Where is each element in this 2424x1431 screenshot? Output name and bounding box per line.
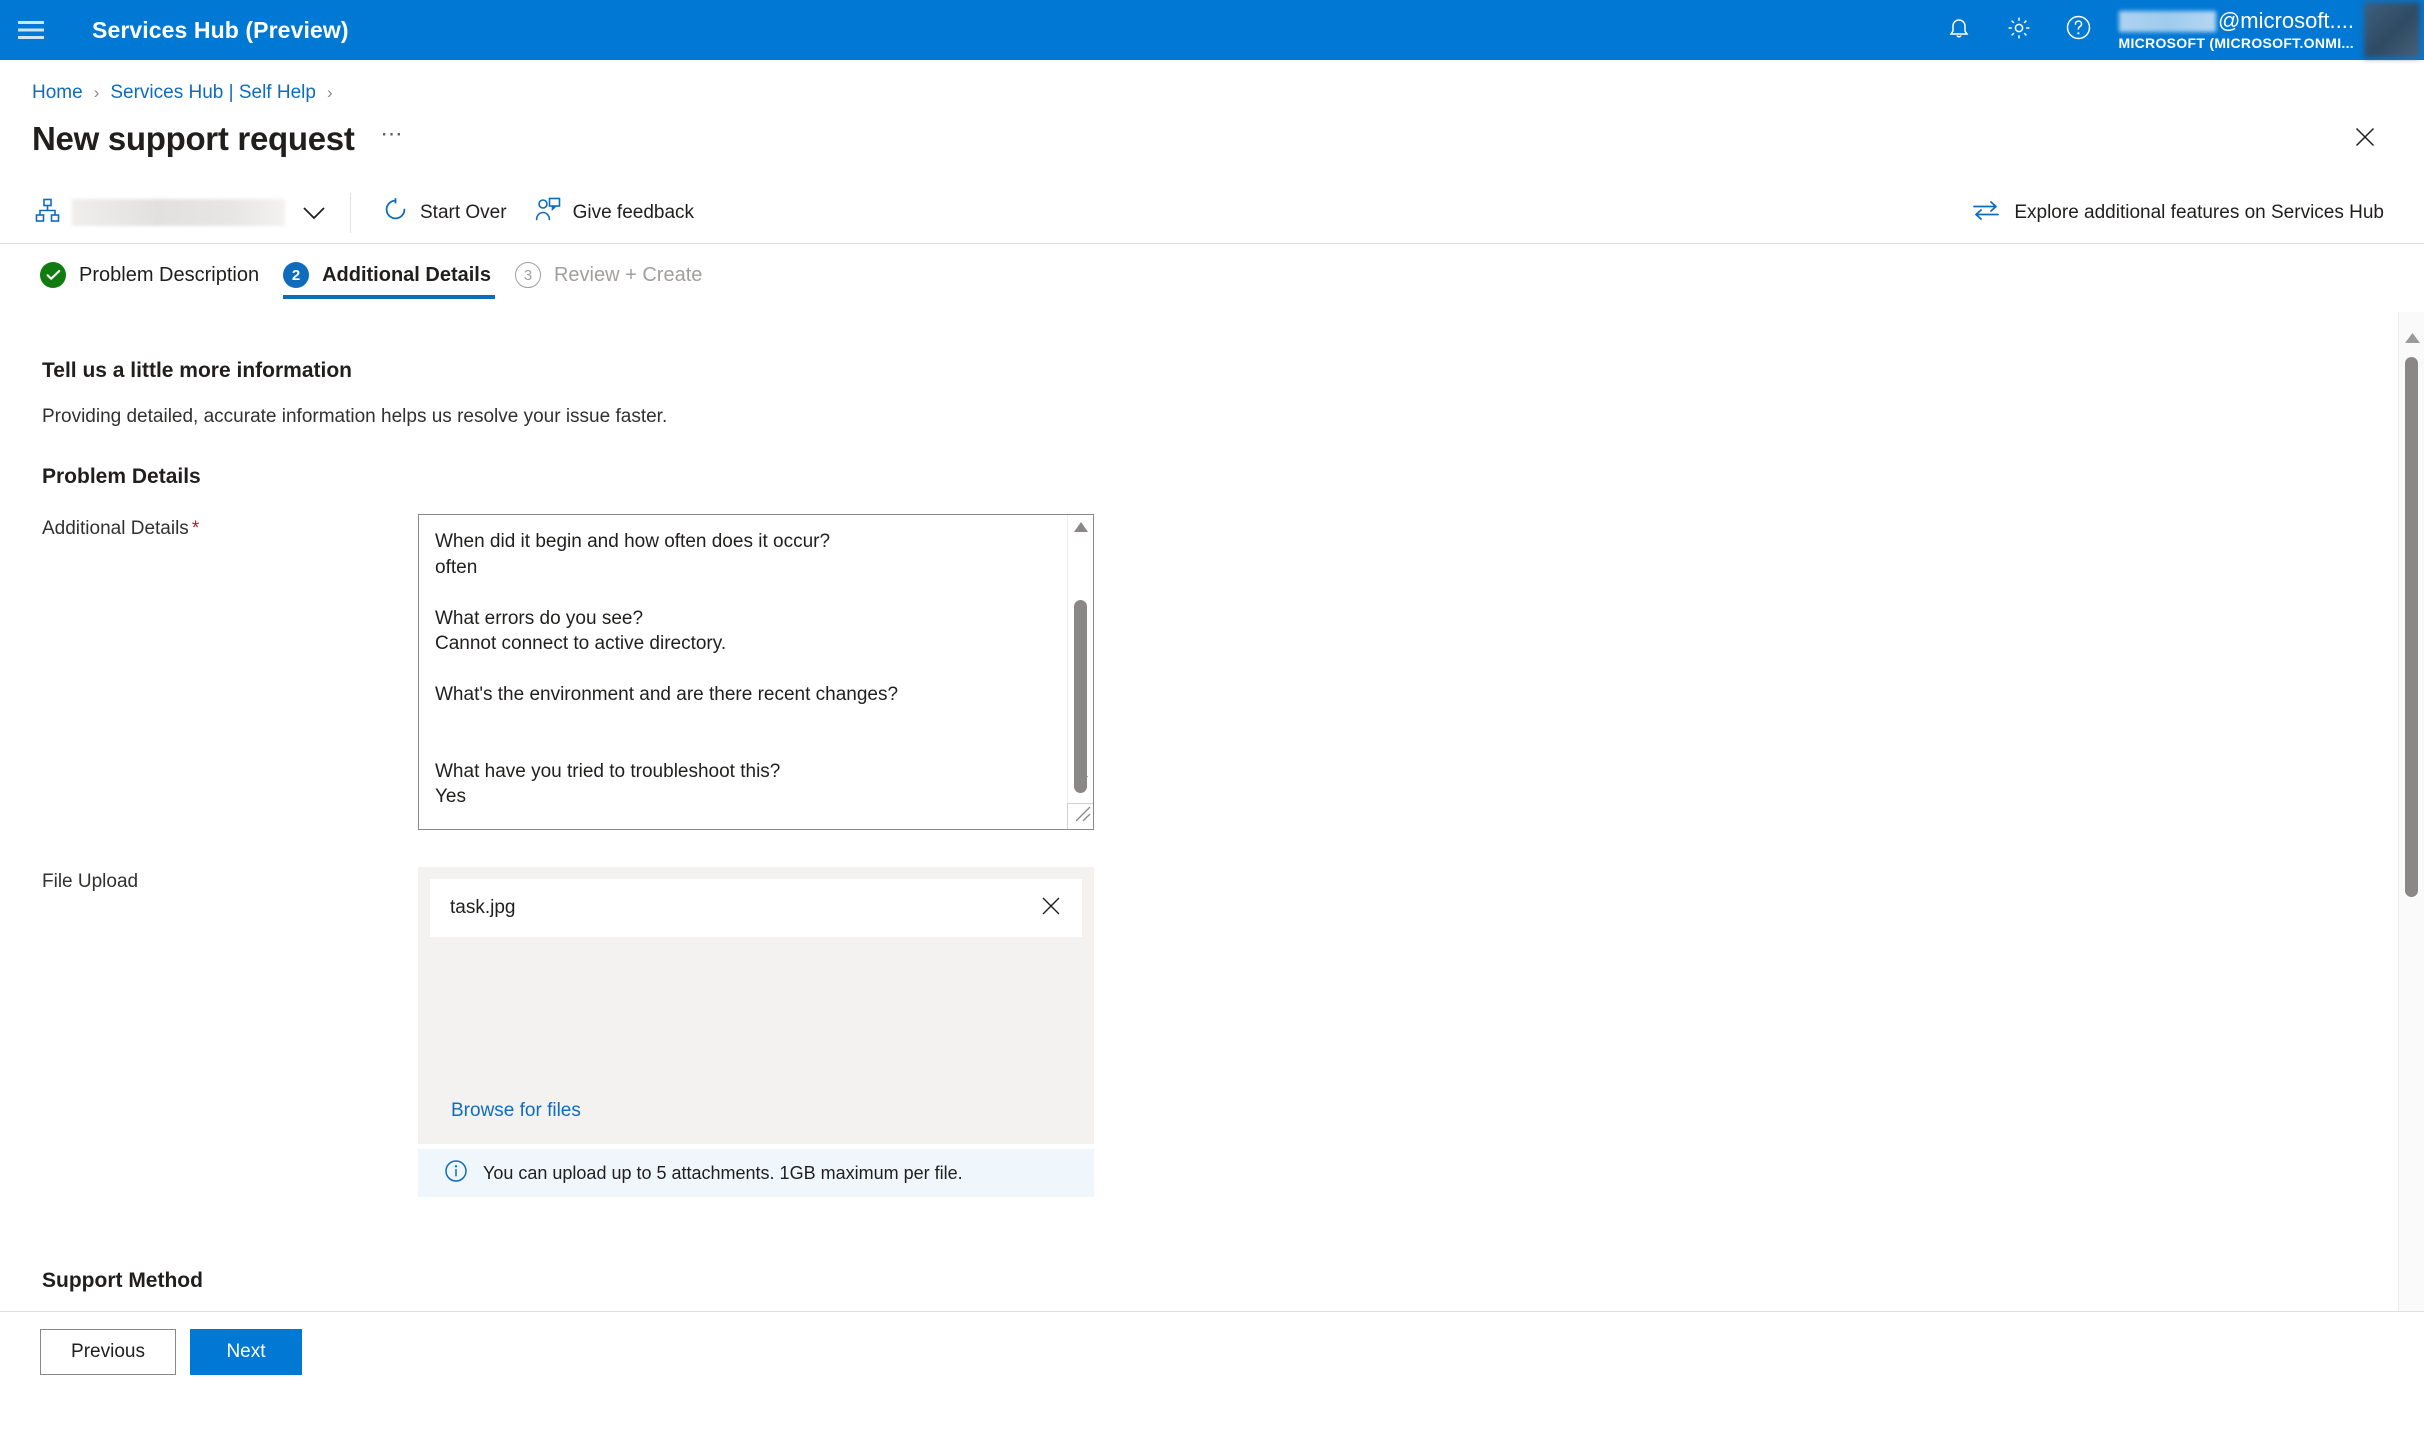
account-text: @microsoft.... MICROSOFT (MICROSOFT.ONMI… — [2119, 0, 2365, 60]
start-over-label: Start Over — [420, 201, 507, 223]
breadcrumb-separator: › — [93, 83, 100, 102]
gear-icon — [2006, 15, 2032, 46]
triangle-down-icon — [1074, 773, 1088, 791]
breadcrumb: Home › Services Hub | Self Help › — [0, 73, 2424, 113]
textarea-scroll-down-button[interactable] — [1068, 769, 1093, 795]
file-upload-label: File Upload — [42, 871, 139, 892]
account-email: @microsoft.... — [2118, 8, 2354, 34]
page-scrollbar[interactable] — [2398, 312, 2424, 1392]
file-upload-container: task.jpg Browse for files You can upload… — [418, 867, 1094, 1197]
command-bar-divider — [350, 192, 351, 233]
breadcrumb-item-self-help[interactable]: Services Hub | Self Help — [110, 82, 316, 104]
app-title: Services Hub (Preview) — [92, 16, 349, 43]
give-feedback-button[interactable]: Give feedback — [521, 191, 708, 235]
textarea-scrollbar[interactable] — [1067, 515, 1093, 829]
browse-for-files-link[interactable]: Browse for files — [451, 1100, 581, 1122]
org-hierarchy-icon — [34, 197, 61, 229]
redacted-scope-value — [72, 199, 285, 226]
uploaded-file-name: task.jpg — [450, 897, 516, 918]
form-content: Tell us a little more information Provid… — [0, 359, 2424, 1392]
wizard-step-label: Review + Create — [553, 263, 703, 286]
page-scroll-up-button[interactable] — [2399, 330, 2424, 348]
intro-text: Providing detailed, accurate information… — [42, 406, 668, 427]
wizard-steps: Problem Description 2 Additional Details… — [0, 262, 2424, 312]
upload-info-text: You can upload up to 5 attachments. 1GB … — [483, 1162, 963, 1183]
textarea-scroll-up-button[interactable] — [1068, 515, 1093, 541]
start-over-button[interactable]: Start Over — [369, 191, 521, 235]
file-drop-zone[interactable]: task.jpg Browse for files — [418, 867, 1094, 1144]
refresh-icon — [383, 197, 408, 228]
wizard-step-additional-details[interactable]: 2 Additional Details — [271, 262, 503, 299]
next-button[interactable]: Next — [190, 1329, 302, 1375]
support-method-heading: Support Method — [42, 1269, 203, 1292]
chevron-down-icon — [302, 206, 326, 220]
required-marker: * — [191, 518, 200, 539]
upload-info-bar: You can upload up to 5 attachments. 1GB … — [418, 1149, 1094, 1197]
give-feedback-label: Give feedback — [572, 201, 695, 223]
form-scroll-area: Tell us a little more information Provid… — [0, 312, 2424, 1392]
page-title: New support request — [32, 120, 355, 157]
uploaded-file-row: task.jpg — [430, 879, 1082, 937]
close-button[interactable] — [2348, 122, 2382, 156]
account-tenant: MICROSOFT (MICROSOFT.ONMI... — [2118, 35, 2354, 51]
command-bar: Start Over Give feedback Explore additio… — [0, 182, 2424, 244]
problem-details-heading: Problem Details — [42, 465, 201, 488]
explore-features-link[interactable]: Explore additional features on Services … — [1972, 200, 2384, 226]
check-circle-icon — [40, 262, 66, 288]
top-app-bar: Services Hub (Preview) @microsoft.... MI… — [0, 0, 2424, 60]
person-feedback-icon — [535, 197, 561, 228]
resize-grip-icon — [1071, 802, 1093, 829]
additional-details-textarea[interactable]: When did it begin and how often does it … — [418, 514, 1094, 830]
step-number-badge: 3 — [514, 262, 541, 288]
breadcrumb-item-home[interactable]: Home — [32, 82, 83, 104]
bell-icon — [1947, 15, 1971, 46]
page-more-button[interactable]: ⋯ — [381, 121, 405, 157]
scope-picker[interactable] — [34, 191, 326, 235]
wizard-footer: Previous Next — [0, 1311, 2424, 1392]
explore-features-label: Explore additional features on Services … — [2014, 201, 2384, 223]
help-button[interactable] — [2049, 0, 2109, 60]
wizard-step-review-create[interactable]: 3 Review + Create — [503, 262, 714, 299]
close-icon — [2353, 125, 2377, 154]
question-circle-icon — [2065, 14, 2092, 46]
textarea-scroll-thumb[interactable] — [1074, 600, 1087, 793]
wizard-step-problem-description[interactable]: Problem Description — [28, 262, 271, 299]
two-way-arrow-icon — [1972, 200, 2000, 226]
triangle-up-icon — [1073, 519, 1088, 537]
breadcrumb-separator: › — [326, 83, 333, 102]
hamburger-icon — [18, 20, 44, 40]
remove-file-button[interactable] — [1034, 891, 1068, 925]
page-header: New support request ⋯ — [0, 113, 2424, 165]
redacted-username — [2118, 10, 2216, 32]
step-number-badge: 2 — [283, 262, 310, 288]
settings-button[interactable] — [1989, 0, 2049, 60]
topbar-actions: @microsoft.... MICROSOFT (MICROSOFT.ONMI… — [1929, 0, 2424, 60]
page-scroll-thumb[interactable] — [2405, 357, 2418, 897]
triangle-up-icon — [2404, 330, 2420, 348]
close-icon — [1040, 895, 1062, 922]
textarea-resize-handle[interactable] — [1067, 803, 1093, 829]
account-menu[interactable]: @microsoft.... MICROSOFT (MICROSOFT.ONMI… — [2109, 0, 2424, 60]
previous-button[interactable]: Previous — [40, 1329, 176, 1375]
file-upload-field: File Upload task.jpg Browse for files Yo… — [42, 867, 2424, 1197]
additional-details-value: When did it begin and how often does it … — [435, 531, 899, 807]
info-circle-icon — [444, 1159, 468, 1188]
intro-heading: Tell us a little more information — [42, 359, 352, 382]
additional-details-field: Additional Details * When did it begin an… — [42, 514, 2424, 830]
wizard-step-label: Additional Details — [322, 263, 491, 286]
notifications-button[interactable] — [1929, 0, 1989, 60]
additional-details-label: Additional Details * — [42, 518, 200, 539]
wizard-step-label: Problem Description — [79, 263, 260, 286]
avatar[interactable] — [2364, 2, 2420, 58]
hamburger-menu-button[interactable] — [0, 0, 62, 60]
